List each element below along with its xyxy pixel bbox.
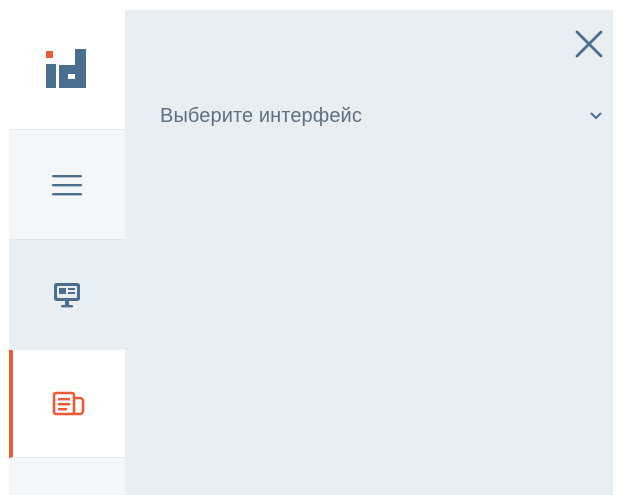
sidebar-item-menu[interactable] (9, 130, 125, 240)
news-icon (52, 391, 85, 415)
interface-select-label: Выберите интерфейс (160, 104, 362, 127)
interface-select[interactable]: Выберите интерфейс (160, 100, 603, 132)
interface-panel: Выберите интерфейс (125, 10, 613, 495)
app-root: Выберите интерфейс (0, 0, 622, 495)
monitor-icon (54, 283, 80, 308)
close-icon (575, 30, 603, 58)
logo (9, 10, 125, 130)
sidebar (9, 10, 125, 495)
chevron-down-icon (589, 109, 603, 123)
menu-icon (52, 174, 82, 195)
close-button[interactable] (573, 28, 605, 60)
sidebar-item-news[interactable] (9, 350, 125, 458)
sidebar-item-empty (9, 458, 125, 495)
sidebar-item-monitor[interactable] (9, 240, 125, 350)
logo-icon (46, 48, 86, 88)
